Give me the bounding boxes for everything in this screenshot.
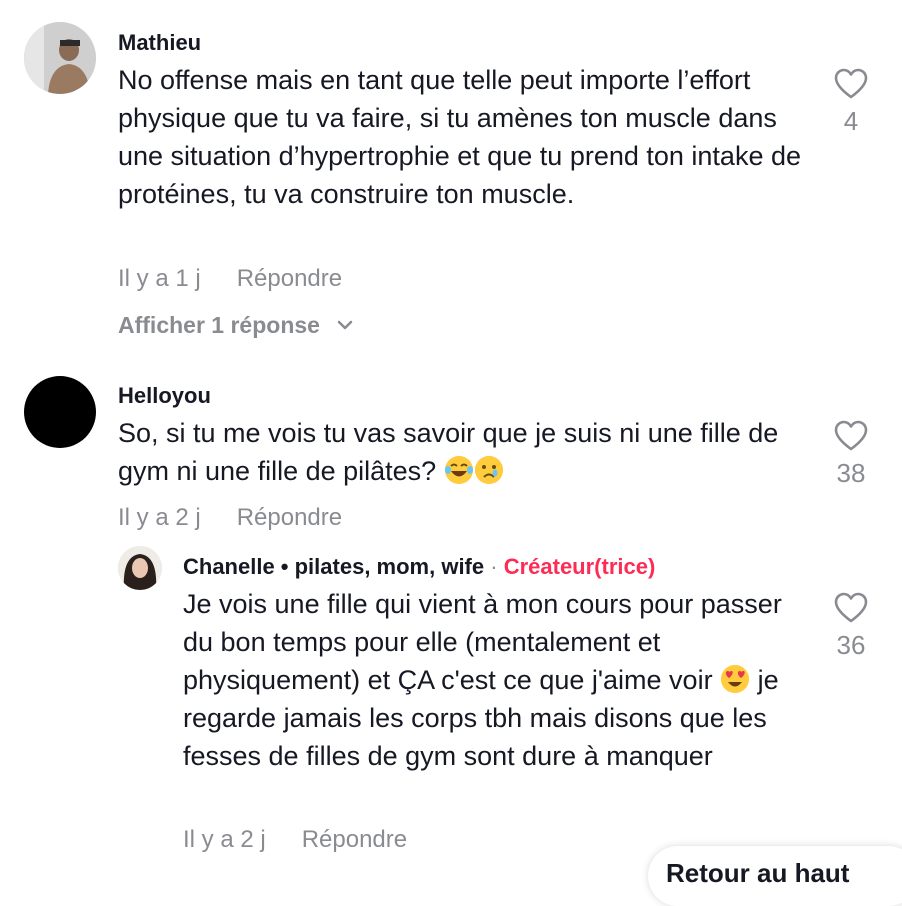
reply-time: Il y a 2 j: [183, 826, 266, 853]
tears-of-joy-emoji: [444, 456, 473, 484]
like-button[interactable]: 38: [827, 420, 875, 489]
view-replies-label: Afficher 1 réponse: [118, 312, 320, 338]
comment-username[interactable]: Mathieu: [118, 30, 201, 56]
crying-face-emoji: [474, 456, 503, 484]
comment-username[interactable]: Helloyou: [118, 383, 211, 409]
separator: ·: [490, 554, 498, 579]
comment-time: Il y a 1 j: [118, 265, 201, 292]
view-replies-button[interactable]: Afficher 1 réponse: [118, 312, 354, 339]
comment-text: So, si tu me vois tu vas savoir que je s…: [118, 414, 818, 490]
avatar-photo: [118, 546, 162, 590]
scroll-to-top-button[interactable]: Retour au haut: [648, 846, 902, 906]
reply-text: Je vois une fille qui vient à mon cours …: [183, 585, 798, 775]
like-count: 36: [836, 630, 866, 660]
reply-button[interactable]: Répondre: [237, 504, 342, 531]
avatar[interactable]: [118, 546, 162, 590]
comment-meta: Il y a 1 j Répondre: [118, 265, 342, 293]
comment-meta: Il y a 2 j Répondre: [118, 504, 342, 532]
reply-header: Chanelle • pilates, mom, wife · Créateur…: [183, 554, 655, 580]
reply-username[interactable]: Chanelle • pilates, mom, wife: [183, 554, 484, 579]
avatar[interactable]: [24, 376, 96, 448]
comment-time: Il y a 2 j: [118, 504, 201, 531]
reply-button[interactable]: Répondre: [302, 826, 407, 853]
reply-button[interactable]: Répondre: [237, 265, 342, 292]
like-count: 4: [843, 106, 859, 136]
like-button[interactable]: 4: [827, 68, 875, 137]
heart-outline-icon: [834, 420, 868, 451]
like-button[interactable]: 36: [827, 592, 875, 661]
chevron-down-icon: [338, 320, 353, 330]
creator-badge: Créateur(trice): [503, 554, 656, 579]
reply-text-part1: Je vois une fille qui vient à mon cours …: [183, 589, 782, 695]
comment-text: No offense mais en tant que telle peut i…: [118, 65, 801, 209]
like-count: 38: [836, 458, 866, 488]
reply-meta: Il y a 2 j Répondre: [183, 826, 407, 854]
heart-outline-icon: [834, 68, 868, 99]
avatar-photo: [24, 22, 96, 94]
heart-eyes-emoji: [721, 665, 750, 693]
heart-outline-icon: [834, 592, 868, 623]
avatar[interactable]: [24, 22, 96, 94]
scroll-to-top-label: Retour au haut: [666, 858, 850, 888]
